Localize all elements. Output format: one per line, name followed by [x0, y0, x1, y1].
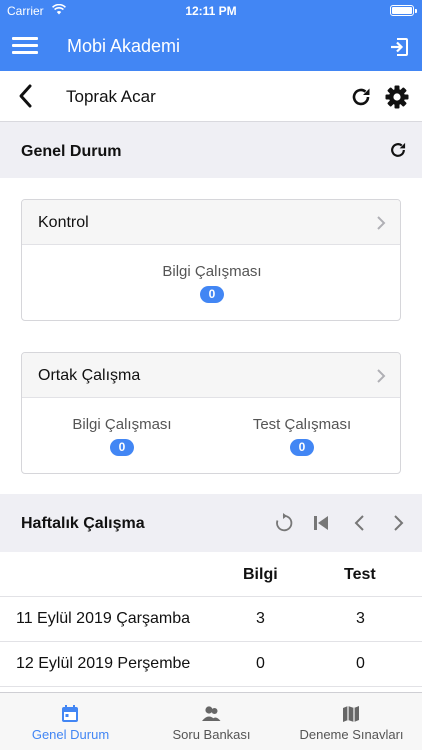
chevron-left-icon[interactable] — [349, 512, 371, 534]
count-badge: 0 — [290, 439, 314, 456]
clock-label: 12:11 PM — [185, 4, 237, 18]
calendar-icon — [62, 705, 78, 722]
map-icon — [343, 706, 359, 722]
bottom-tab-bar: Genel Durum Soru Bankası Deneme Sınavlar… — [0, 692, 422, 750]
status-bar: Carrier 12:11 PM — [0, 0, 422, 22]
first-page-icon[interactable] — [310, 512, 332, 534]
table-row: 11 Eylül 2019 Çarşamba 3 3 — [0, 597, 422, 642]
table-row: 12 Eylül 2019 Perşembe 0 0 — [0, 642, 422, 687]
battery-icon — [390, 5, 417, 16]
stat-label: Bilgi Çalışması — [72, 416, 172, 433]
ortak-card-header[interactable]: Ortak Çalışma — [22, 353, 400, 398]
weekly-section-header: Haftalık Çalışma — [0, 494, 422, 552]
tab-label: Genel Durum — [31, 727, 110, 742]
stat-label: Bilgi Çalışması — [162, 263, 262, 280]
student-header: Toprak Acar — [0, 71, 422, 122]
ortak-bilgi-stat: Bilgi Çalışması 0 — [27, 416, 217, 456]
stat-label: Test Çalışması — [252, 416, 352, 433]
overview-refresh-icon[interactable] — [388, 140, 408, 160]
overview-title: Genel Durum — [21, 143, 122, 160]
kontrol-bilgi-stat: Bilgi Çalışması 0 — [117, 263, 307, 303]
gear-icon[interactable] — [384, 84, 410, 110]
tab-label: Soru Bankası — [172, 727, 251, 742]
kontrol-card: Kontrol Bilgi Çalışması 0 — [21, 199, 401, 321]
tab-soru-bankasi[interactable]: Soru Bankası — [141, 693, 282, 750]
row-bilgi: 0 — [256, 655, 265, 672]
ortak-calisma-card: Ortak Çalışma Bilgi Çalışması 0 Test Çal… — [21, 352, 401, 474]
kontrol-card-title: Kontrol — [38, 214, 89, 231]
users-icon — [202, 706, 221, 721]
count-badge: 0 — [110, 439, 134, 456]
column-header-test: Test — [344, 566, 376, 583]
overview-content: Kontrol Bilgi Çalışması 0 Ortak Çalışma … — [0, 178, 422, 494]
refresh-icon[interactable] — [349, 85, 373, 109]
row-test: 0 — [356, 655, 365, 672]
row-date: 12 Eylül 2019 Perşembe — [16, 655, 191, 672]
reset-icon[interactable] — [272, 512, 294, 534]
tab-deneme-sinavlari[interactable]: Deneme Sınavları — [281, 693, 422, 750]
table-header-row: Bilgi Test — [0, 552, 422, 597]
hamburger-menu-icon[interactable] — [12, 34, 38, 58]
ortak-test-stat: Test Çalışması 0 — [207, 416, 397, 456]
sign-out-icon[interactable] — [388, 36, 410, 58]
count-badge: 0 — [200, 286, 224, 303]
column-header-bilgi: Bilgi — [243, 566, 278, 583]
row-test: 3 — [356, 610, 365, 627]
chevron-right-icon[interactable] — [387, 512, 409, 534]
tab-genel-durum[interactable]: Genel Durum — [0, 693, 141, 750]
ortak-card-title: Ortak Çalışma — [38, 367, 141, 384]
chevron-right-icon — [377, 216, 386, 230]
app-nav-bar: Mobi Akademi — [0, 22, 422, 71]
weekly-table: Bilgi Test 11 Eylül 2019 Çarşamba 3 3 12… — [0, 552, 422, 692]
chevron-right-icon — [377, 369, 386, 383]
tab-label: Deneme Sınavları — [299, 727, 404, 742]
weekly-title: Haftalık Çalışma — [21, 515, 145, 532]
chevron-left-icon[interactable] — [14, 83, 38, 109]
row-date: 11 Eylül 2019 Çarşamba — [16, 610, 191, 627]
row-bilgi: 3 — [256, 610, 265, 627]
student-name: Toprak Acar — [66, 87, 156, 106]
app-title: Mobi Akademi — [67, 36, 181, 56]
overview-section-header: Genel Durum — [0, 122, 422, 178]
kontrol-card-header[interactable]: Kontrol — [22, 200, 400, 245]
